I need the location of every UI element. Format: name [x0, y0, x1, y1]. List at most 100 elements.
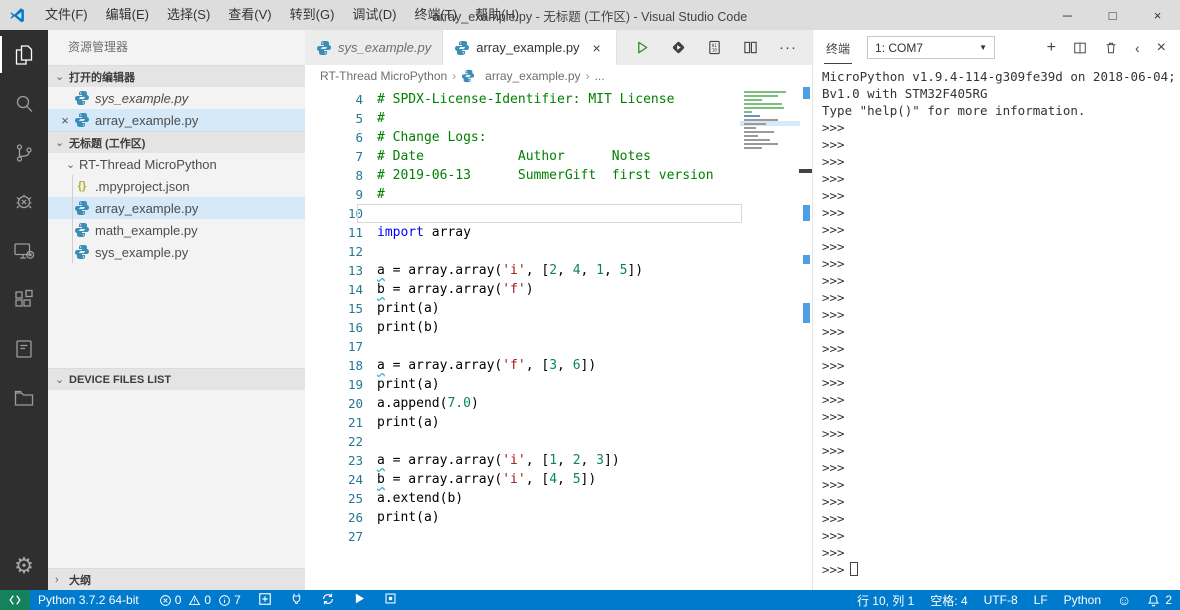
- terminal-prompt-line: >>>: [822, 154, 845, 169]
- code-editor[interactable]: 4 # SPDX-License-Identifier: MIT License 5…: [305, 87, 812, 590]
- code-line[interactable]: 9 #: [305, 185, 812, 204]
- terminal-output[interactable]: MicroPython v1.9.4-114-g309fe39d on 2018…: [813, 65, 1180, 590]
- settings-gear-icon[interactable]: ⚙: [0, 542, 48, 590]
- problems-status[interactable]: 0 0 7: [147, 590, 249, 610]
- menu-item[interactable]: 查看(V): [219, 0, 280, 30]
- encoding[interactable]: UTF-8: [976, 590, 1026, 610]
- minimap[interactable]: [740, 89, 800, 173]
- device-folder-icon[interactable]: [0, 373, 48, 422]
- workspace-folder-row[interactable]: ⌄ RT-Thread MicroPython: [48, 153, 305, 175]
- menu-item[interactable]: 编辑(E): [97, 0, 158, 30]
- code-line[interactable]: 22: [305, 432, 812, 451]
- debug-icon[interactable]: [0, 177, 48, 226]
- code-line[interactable]: 18 a = array.array('f', [3, 6]): [305, 356, 812, 375]
- code-line[interactable]: 5 #: [305, 109, 812, 128]
- notebook-icon[interactable]: [0, 324, 48, 373]
- new-terminal-icon[interactable]: +: [1047, 39, 1056, 55]
- code-line[interactable]: 20 a.append(7.0): [305, 394, 812, 413]
- menu-item[interactable]: 文件(F): [36, 0, 97, 30]
- binary-file-icon[interactable]: 0110: [707, 40, 722, 55]
- open-editor-item[interactable]: × array_example.py: [48, 109, 305, 131]
- code-line[interactable]: 26 print(a): [305, 508, 812, 527]
- feedback-smiley-icon[interactable]: ☺: [1109, 590, 1139, 610]
- remote-device-icon[interactable]: [0, 226, 48, 275]
- terminal-selector-dropdown[interactable]: 1: COM7 ▼: [867, 36, 996, 59]
- breadcrumb[interactable]: RT-Thread MicroPython › array_example.py…: [305, 65, 812, 87]
- editor-tab[interactable]: sys_example.py: [305, 30, 444, 65]
- code-line[interactable]: 13 a = array.array('i', [2, 4, 1, 5]): [305, 261, 812, 280]
- extensions-icon[interactable]: [0, 275, 48, 324]
- code-line[interactable]: 11 import array: [305, 223, 812, 242]
- outline-header[interactable]: › 大纲: [48, 568, 305, 590]
- breadcrumb-tail[interactable]: ...: [595, 69, 605, 83]
- add-device-icon[interactable]: [249, 592, 281, 609]
- close-panel-icon[interactable]: ×: [1157, 39, 1166, 55]
- close-icon[interactable]: ×: [589, 40, 605, 56]
- code-text: b = array.array('f'): [377, 282, 534, 297]
- close-button[interactable]: ×: [1135, 0, 1180, 30]
- code-line[interactable]: 15 print(a): [305, 299, 812, 318]
- code-line[interactable]: 21 print(a): [305, 413, 812, 432]
- file-tree-item[interactable]: sys_example.py: [48, 241, 305, 263]
- device-files-header[interactable]: ⌄ DEVICE FILES LIST: [48, 368, 305, 390]
- code-line[interactable]: 17: [305, 337, 812, 356]
- file-tree-item[interactable]: {} .mpyproject.json: [48, 175, 305, 197]
- code-line[interactable]: 4 # SPDX-License-Identifier: MIT License: [305, 90, 812, 109]
- code-line[interactable]: 19 print(a): [305, 375, 812, 394]
- explorer-icon[interactable]: [0, 30, 48, 79]
- menu-item[interactable]: 选择(S): [158, 0, 219, 30]
- run-python-file-icon[interactable]: [635, 40, 650, 55]
- overview-ruler[interactable]: [799, 87, 812, 590]
- code-line[interactable]: 25 a.extend(b): [305, 489, 812, 508]
- file-tree-item[interactable]: array_example.py: [48, 197, 305, 219]
- stop-icon[interactable]: [375, 592, 406, 608]
- breadcrumb-folder[interactable]: RT-Thread MicroPython: [320, 69, 447, 83]
- hide-panel-chevron-icon[interactable]: ‹: [1135, 41, 1140, 55]
- python-interpreter[interactable]: Python 3.7.2 64-bit: [30, 590, 147, 610]
- code-line[interactable]: 7 # Date Author Notes: [305, 147, 812, 166]
- remote-indicator[interactable]: [0, 590, 30, 610]
- code-line[interactable]: 12: [305, 242, 812, 261]
- minimize-button[interactable]: ─: [1045, 0, 1090, 30]
- breadcrumb-file[interactable]: array_example.py: [485, 69, 580, 83]
- terminal-tab[interactable]: 终端: [824, 32, 853, 64]
- file-tree-item[interactable]: math_example.py: [48, 219, 305, 241]
- indentation[interactable]: 空格: 4: [922, 590, 975, 610]
- run-icon[interactable]: [344, 592, 375, 608]
- sync-icon[interactable]: [312, 592, 344, 609]
- code-text: a = array.array('f', [3, 6]): [377, 358, 597, 373]
- code-line[interactable]: 14 b = array.array('f'): [305, 280, 812, 299]
- open-editors-header[interactable]: ⌄ 打开的编辑器: [48, 65, 305, 87]
- menu-item[interactable]: 调试(D): [343, 0, 405, 30]
- close-icon[interactable]: ×: [56, 113, 74, 128]
- code-line[interactable]: 6 # Change Logs:: [305, 128, 812, 147]
- maximize-button[interactable]: □: [1090, 0, 1135, 30]
- code-line[interactable]: 27: [305, 527, 812, 546]
- code-text: # Date Author Notes: [377, 149, 651, 164]
- search-icon[interactable]: [0, 79, 48, 128]
- plug-connect-icon[interactable]: [281, 592, 312, 608]
- split-terminal-icon[interactable]: [1073, 41, 1087, 55]
- eol-sequence[interactable]: LF: [1026, 590, 1056, 610]
- source-control-icon[interactable]: [0, 128, 48, 177]
- cursor-position[interactable]: 行 10, 列 1: [849, 590, 922, 610]
- code-text: import array: [377, 225, 471, 240]
- terminal-prompt-line: >>>: [822, 341, 845, 356]
- python-icon: [75, 223, 89, 237]
- micropython-run-icon[interactable]: [671, 40, 686, 55]
- code-line[interactable]: 23 a = array.array('i', [1, 2, 3]): [305, 451, 812, 470]
- workspace-header[interactable]: ⌄ 无标题 (工作区): [48, 131, 305, 153]
- code-line[interactable]: 24 b = array.array('i', [4, 5]): [305, 470, 812, 489]
- menu-item[interactable]: 转到(G): [281, 0, 344, 30]
- code-line[interactable]: 16 print(b): [305, 318, 812, 337]
- more-actions-icon[interactable]: ···: [779, 39, 797, 56]
- open-editor-item[interactable]: sys_example.py: [48, 87, 305, 109]
- notifications-bell[interactable]: 2: [1139, 590, 1180, 610]
- split-editor-icon[interactable]: [743, 40, 758, 55]
- language-mode[interactable]: Python: [1056, 590, 1109, 610]
- code-line[interactable]: 10: [305, 204, 812, 223]
- kill-terminal-trash-icon[interactable]: [1104, 41, 1118, 55]
- line-number: 26: [347, 510, 363, 525]
- editor-tab[interactable]: array_example.py ×: [443, 30, 617, 65]
- code-line[interactable]: 8 # 2019-06-13 SummerGift first version: [305, 166, 812, 185]
